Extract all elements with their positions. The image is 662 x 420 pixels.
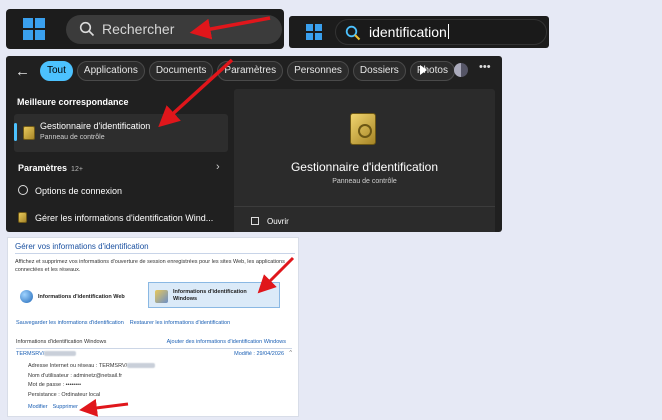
web-credentials-label: Informations d'identification Web [38,294,125,300]
best-match-subtitle: Panneau de contrôle [40,134,105,141]
taskbar-typed: identification [289,16,549,48]
more-filters-play-icon[interactable] [420,65,427,75]
divider [16,348,292,349]
search-query: identification [369,24,449,40]
selection-indicator [14,123,17,141]
detail-username: Nom d'utilisateur : adminetz@netsail.fr [28,372,123,379]
taskbar-search-box[interactable]: Rechercher [66,15,282,44]
filter-people[interactable]: Personnes [287,61,349,81]
detail-persistence: Persistance : Ordinateur local [28,391,101,398]
detail-address: Adresse Internet ou réseau : TERMSRV/ [28,362,156,372]
search-icon [345,25,361,41]
search-input[interactable]: identification [335,19,547,45]
credential-manager-icon [18,212,27,223]
globe-safe-icon [20,290,33,303]
filter-chips: Tout Applications Documents Paramètres P… [40,61,455,81]
credential-manager-window: Gérer vos informations d'identification … [7,237,299,417]
restore-link[interactable]: Restaurer les informations d'identificat… [130,320,230,326]
preview-title: Gestionnaire d'identification [290,160,439,174]
credential-entry[interactable]: TERMSRV/ Modifié : 29/04/2026 ^ [16,350,292,357]
best-match-heading: Meilleure correspondance [17,97,129,107]
open-action[interactable]: Ouvrir [251,217,289,226]
filter-all[interactable]: Tout [40,61,73,81]
filter-photos[interactable]: Photos [409,61,455,81]
preview-pane: Gestionnaire d'identification Panneau de… [234,89,495,232]
edit-link[interactable]: Modifier [28,404,48,410]
settings-item-sign-in-options[interactable]: Options de connexion [18,185,122,196]
back-arrow-icon[interactable]: ← [15,63,30,80]
backup-restore-links: Sauvegarder les informations d'identific… [16,320,230,326]
redacted-hostname [127,363,156,368]
preview-subtitle: Panneau de contrôle [332,178,397,185]
best-match-item[interactable]: Gestionnaire d'identification Panneau de… [14,114,228,152]
best-match-name: Gestionnaire d'identification [40,121,151,131]
windows-start-icon[interactable] [23,18,45,40]
chevron-right-icon[interactable]: › [216,161,220,173]
credential-actions: Modifier Supprimer [28,404,78,410]
web-credentials-tile[interactable]: Informations d'identification Web [18,286,136,306]
avatar[interactable] [454,63,468,77]
credentials-list-header: Informations d'identification Windows Aj… [16,339,286,345]
more-options-icon[interactable]: ••• [479,61,491,73]
divider [234,206,495,207]
page-title: Gérer vos informations d'identification [15,242,149,251]
filter-settings[interactable]: Paramètres [217,61,284,81]
open-external-icon [251,217,259,225]
search-results-panel: ← Tout Applications Documents Paramètres… [6,56,502,232]
credential-details: Adresse Internet ou réseau : TERMSRV/ No… [28,362,156,400]
settings-heading[interactable]: Paramètres 12+ [18,163,83,173]
settings-item-manage-credentials[interactable]: Gérer les informations d'identification … [18,212,213,223]
filter-documents[interactable]: Documents [148,61,214,81]
filter-apps[interactable]: Applications [76,61,145,81]
windows-safe-icon [155,290,168,303]
settings-count: 12+ [71,166,83,173]
add-windows-credential-link[interactable]: Ajouter des informations d'identificatio… [167,339,286,345]
credential-manager-large-icon [350,113,376,145]
search-icon [79,21,95,37]
modified-date: Modifié : 29/04/2026 [234,351,284,357]
detail-password: Mot de passe : •••••••• [28,382,82,388]
backup-link[interactable]: Sauvegarder les informations d'identific… [16,320,124,326]
key-icon [18,185,28,195]
divider [15,253,295,254]
redacted-hostname [44,351,77,356]
windows-credentials-label: Informations d'identification Windows [173,289,247,302]
taskbar: Rechercher [6,9,284,49]
page-description: Affichez et supprimez vos informations d… [15,259,285,273]
windows-credentials-tile[interactable]: Informations d'identification Windows [148,282,280,308]
windows-start-icon[interactable] [306,24,322,40]
chevron-up-icon[interactable]: ^ [289,350,292,356]
delete-link[interactable]: Supprimer [53,404,78,410]
search-placeholder: Rechercher [102,21,175,37]
filter-folders[interactable]: Dossiers [352,61,406,81]
credential-manager-icon [23,126,35,140]
